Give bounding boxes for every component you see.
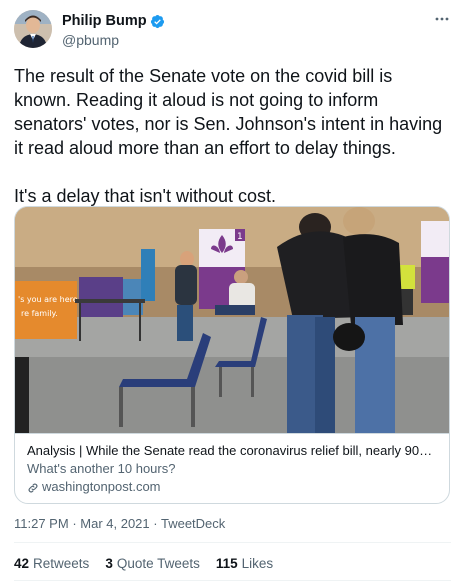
more-options-icon[interactable] bbox=[435, 12, 449, 26]
card-domain-text: washingtonpost.com bbox=[42, 479, 161, 494]
tweet-source[interactable]: TweetDeck bbox=[161, 516, 225, 531]
card-meta: Analysis | While the Senate read the cor… bbox=[15, 433, 449, 503]
divider-top bbox=[14, 542, 451, 543]
engagement-stats: 42 Retweets 3 Quote Tweets 115 Likes bbox=[14, 556, 289, 571]
card-image: 's you are here. re family. 1 bbox=[15, 207, 449, 433]
separator-2: · bbox=[153, 516, 161, 531]
card-title[interactable]: Analysis | While the Senate read the cor… bbox=[27, 442, 439, 459]
sign-text-1: 's you are here. bbox=[18, 295, 80, 304]
avatar[interactable] bbox=[14, 10, 52, 48]
quote-tweets-stat[interactable]: 3 Quote Tweets bbox=[105, 556, 200, 571]
handle[interactable]: @pbump bbox=[62, 32, 165, 48]
tweet: Philip Bump @pbump The result of the Sen… bbox=[0, 0, 465, 583]
quotes-label: Quote Tweets bbox=[116, 556, 200, 571]
link-card[interactable]: 's you are here. re family. 1 Analysis |… bbox=[14, 206, 450, 504]
tweet-time[interactable]: 11:27 PM bbox=[14, 516, 69, 531]
display-name[interactable]: Philip Bump bbox=[62, 13, 147, 29]
card-domain[interactable]: washingtonpost.com bbox=[27, 478, 439, 495]
likes-stat[interactable]: 115 Likes bbox=[216, 556, 273, 571]
divider-bottom bbox=[14, 580, 451, 581]
link-icon bbox=[27, 481, 39, 493]
verified-badge-icon bbox=[150, 14, 165, 29]
quotes-count: 3 bbox=[105, 556, 113, 571]
author-block: Philip Bump @pbump bbox=[62, 12, 165, 48]
retweets-count: 42 bbox=[14, 556, 30, 571]
timestamp-row: 11:27 PM · Mar 4, 2021 · TweetDeck bbox=[14, 516, 225, 531]
pillar-number: 1 bbox=[237, 232, 243, 242]
sign-text-2: re family. bbox=[21, 309, 58, 318]
likes-label: Likes bbox=[241, 556, 274, 571]
retweets-stat[interactable]: 42 Retweets bbox=[14, 556, 89, 571]
likes-count: 115 bbox=[215, 556, 238, 571]
card-description: What's another 10 hours? bbox=[27, 461, 176, 476]
retweets-label: Retweets bbox=[33, 556, 90, 571]
tweet-date[interactable]: Mar 4, 2021 bbox=[80, 516, 149, 531]
tweet-text: The result of the Senate vote on the cov… bbox=[14, 66, 443, 206]
